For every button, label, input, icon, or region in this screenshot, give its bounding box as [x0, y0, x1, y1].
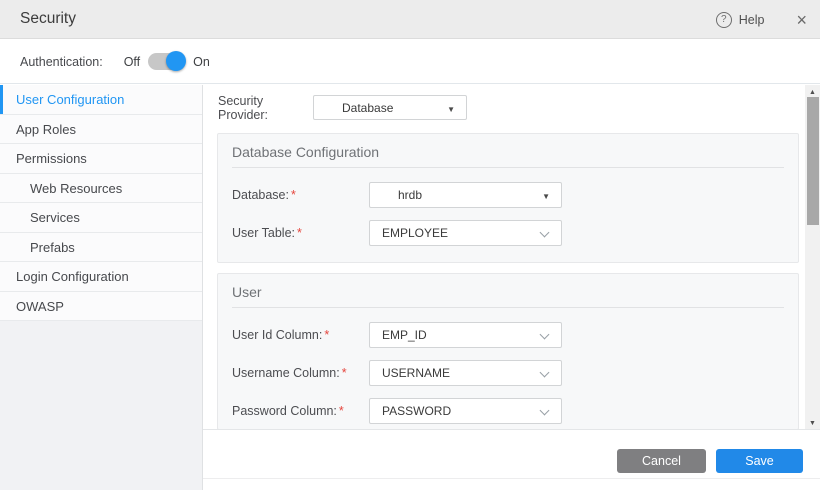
- toggle-knob: [166, 51, 187, 71]
- required-mark: *: [290, 188, 296, 202]
- sidebar-item-owasp[interactable]: OWASP: [0, 291, 202, 321]
- sidebar-item-label: User Configuration: [16, 92, 125, 107]
- password-column-label: Password Column: *: [232, 404, 369, 418]
- username-column-value: USERNAME: [382, 366, 451, 380]
- sidebar-item-prefabs[interactable]: Prefabs: [0, 232, 202, 262]
- chevron-down-icon: [539, 405, 550, 416]
- required-mark: *: [297, 226, 302, 240]
- authentication-bar: Authentication: Off On: [0, 40, 820, 84]
- sidebar-item-label: Login Configuration: [16, 269, 129, 284]
- database-label: Database: *: [232, 188, 369, 202]
- user-id-column-value: EMP_ID: [382, 328, 427, 342]
- sidebar-item-label: App Roles: [16, 121, 76, 137]
- authentication-label: Authentication:: [20, 54, 103, 69]
- security-provider-row: Security Provider: Database ▼: [218, 93, 467, 122]
- sidebar-item-permissions[interactable]: Permissions: [0, 144, 202, 174]
- cancel-button[interactable]: Cancel: [617, 449, 706, 473]
- vertical-scrollbar[interactable]: ▲ ▼: [805, 85, 820, 430]
- toggle-off-label: Off: [123, 54, 141, 69]
- username-column-label: Username Column: *: [232, 366, 369, 380]
- section-title: User: [232, 284, 262, 300]
- database-value: hrdb: [398, 188, 423, 202]
- security-provider-select[interactable]: Database ▼: [313, 95, 467, 120]
- chevron-down-icon: [539, 329, 550, 340]
- user-id-column-field-row: User Id Column: * EMP_ID: [232, 322, 784, 348]
- help-link[interactable]: Help: [739, 13, 765, 27]
- dialog-header: Security ? Help ×: [0, 0, 820, 39]
- user-id-column-label: User Id Column: *: [232, 328, 369, 342]
- save-button[interactable]: Save: [716, 449, 803, 473]
- user-id-column-select[interactable]: EMP_ID: [369, 322, 562, 348]
- security-provider-value: Database: [342, 100, 394, 115]
- label-text: Username Column:: [232, 366, 340, 380]
- password-column-field-row: Password Column: * PASSWORD: [232, 398, 784, 424]
- user-table-label: User Table: *: [232, 226, 369, 240]
- database-configuration-section: Database Configuration Database: * hrdb ▼…: [217, 133, 799, 263]
- user-table-field-row: User Table: * EMPLOYEE: [232, 220, 784, 246]
- username-column-field-row: Username Column: * USERNAME: [232, 360, 784, 386]
- section-divider: [232, 307, 784, 308]
- label-text: Password Column:: [232, 404, 337, 418]
- required-mark: *: [324, 328, 330, 342]
- user-table-select[interactable]: EMPLOYEE: [369, 220, 562, 246]
- sidebar-item-app-roles[interactable]: App Roles: [0, 114, 202, 144]
- authentication-toggle[interactable]: [148, 51, 187, 71]
- section-title: Database Configuration: [232, 144, 380, 160]
- help-icon[interactable]: ?: [715, 11, 732, 28]
- security-sidebar: User Configuration App Roles Permissions…: [0, 85, 203, 490]
- user-table-value: EMPLOYEE: [382, 226, 449, 240]
- sidebar-item-web-resources[interactable]: Web Resources: [0, 173, 202, 203]
- password-column-select[interactable]: PASSWORD: [369, 398, 562, 424]
- sidebar-item-label: OWASP: [16, 298, 64, 314]
- sidebar-item-label: Web Resources: [30, 180, 123, 196]
- database-field-row: Database: * hrdb ▼: [232, 182, 784, 208]
- label-text: User Table:: [232, 226, 295, 240]
- sidebar-item-user-configuration[interactable]: User Configuration: [0, 85, 202, 115]
- label-text: Database:: [232, 188, 289, 202]
- section-divider: [232, 167, 784, 168]
- required-mark: *: [338, 404, 344, 418]
- database-select[interactable]: hrdb ▼: [369, 182, 562, 208]
- header-actions: ? Help ×: [715, 0, 807, 39]
- security-provider-label: Security Provider:: [218, 93, 269, 122]
- sidebar-item-label: Prefabs: [30, 239, 75, 255]
- sidebar-item-label: Services: [30, 210, 80, 225]
- close-icon[interactable]: ×: [796, 11, 807, 29]
- sidebar-item-login-configuration[interactable]: Login Configuration: [0, 262, 202, 292]
- sidebar-item-services[interactable]: Services: [0, 203, 202, 233]
- label-text: User Id Column:: [232, 328, 323, 342]
- chevron-down-icon: [539, 367, 550, 378]
- scroll-down-icon[interactable]: ▼: [805, 416, 820, 430]
- page-title: Security: [20, 10, 76, 27]
- dropdown-arrow-icon: ▼: [447, 105, 455, 114]
- dropdown-arrow-icon: ▼: [542, 192, 550, 201]
- sidebar-item-label: Permissions: [16, 151, 87, 166]
- chevron-down-icon: [539, 227, 550, 238]
- user-section: User User Id Column: * EMP_ID Username Co…: [217, 273, 799, 430]
- required-mark: *: [341, 366, 347, 380]
- scrollbar-thumb[interactable]: [806, 97, 819, 225]
- username-column-select[interactable]: USERNAME: [369, 360, 562, 386]
- action-footer: Cancel Save: [203, 429, 820, 479]
- user-configuration-panel: Security Provider: Database ▼ Database C…: [203, 85, 820, 490]
- active-indicator: [0, 85, 3, 114]
- toggle-on-label: On: [193, 54, 210, 69]
- password-column-value: PASSWORD: [382, 404, 452, 418]
